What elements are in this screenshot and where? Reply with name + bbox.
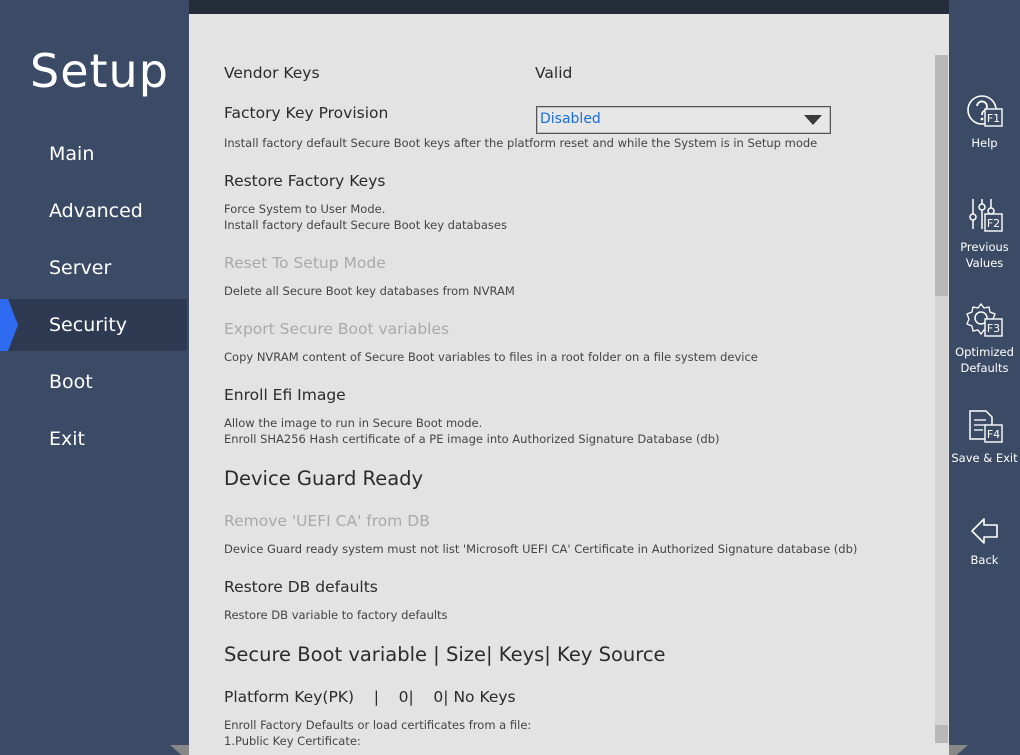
optimized-defaults-button[interactable]: F3 Optimized Defaults (949, 302, 1020, 376)
settings-panel: Vendor Keys Valid Factory Key Provision … (189, 14, 949, 755)
left-sidebar: Setup Main Advanced Server Security Boot… (0, 0, 189, 755)
help-icon: F1 (966, 95, 1003, 127)
scrollbar[interactable] (935, 55, 948, 743)
scrollbar-thumb[interactable] (935, 55, 948, 296)
platform-key-help: Enroll Factory Defaults or load certific… (224, 718, 532, 732)
restore-factory-keys-button[interactable]: Restore Factory Keys (224, 172, 385, 190)
nav-item-boot[interactable]: Boot (0, 356, 187, 408)
nav-item-label: Security (49, 314, 128, 336)
vendor-keys-value: Valid (535, 64, 573, 82)
scrollbar-end (935, 725, 948, 743)
nav-item-label: Main (49, 143, 95, 165)
factory-key-provision-select[interactable]: Disabled (536, 106, 831, 134)
export-secure-boot-help: Copy NVRAM content of Secure Boot variab… (224, 350, 758, 364)
secure-boot-variable-heading: Secure Boot variable | Size| Keys| Key S… (224, 643, 666, 666)
export-secure-boot-button[interactable]: Export Secure Boot variables (224, 320, 449, 338)
nav-item-advanced[interactable]: Advanced (0, 185, 187, 237)
back-button[interactable]: Back (949, 514, 1020, 568)
gear-icon: F3 (965, 302, 1003, 337)
platform-key-help: 1.Public Key Certificate: (224, 734, 361, 748)
vendor-keys-label: Vendor Keys (224, 64, 320, 82)
restore-factory-keys-help: Install factory default Secure Boot key … (224, 218, 507, 232)
nav-item-label: Advanced (49, 200, 143, 222)
app-title: Setup (30, 44, 169, 98)
nav-item-exit[interactable]: Exit (0, 413, 187, 465)
enroll-efi-image-button[interactable]: Enroll Efi Image (224, 386, 346, 404)
help-label: Help (971, 136, 998, 150)
nav-item-label: Exit (49, 428, 85, 450)
svg-text:F1: F1 (986, 112, 999, 125)
factory-key-provision-help: Install factory default Secure Boot keys… (224, 136, 818, 150)
help-button[interactable]: F1 Help (949, 93, 1020, 151)
enroll-efi-image-help: Enroll SHA256 Hash certificate of a PE i… (224, 432, 720, 446)
restore-db-defaults-button[interactable]: Restore DB defaults (224, 578, 378, 596)
remove-uefi-ca-button[interactable]: Remove 'UEFI CA' from DB (224, 512, 430, 530)
previous-values-button[interactable]: F2 Previous Values (949, 197, 1020, 271)
back-label: Back (970, 553, 999, 567)
device-guard-heading: Device Guard Ready (224, 467, 424, 490)
nav-item-server[interactable]: Server (0, 242, 187, 294)
reset-to-setup-mode-help: Delete all Secure Boot key databases fro… (224, 284, 515, 298)
top-bar (189, 0, 949, 14)
previous-values-label: Previous Values (960, 240, 1009, 270)
back-arrow-icon (970, 518, 998, 544)
save-exit-label: Save & Exit (951, 451, 1018, 465)
nav-item-security[interactable]: Security (0, 299, 187, 351)
enroll-efi-image-help: Allow the image to run in Secure Boot mo… (224, 416, 483, 430)
select-value: Disabled (540, 111, 601, 127)
nav-item-main[interactable]: Main (0, 128, 187, 180)
function-key-bar: F1 Help F2 Previous Values F3 Optimized … (949, 0, 1020, 755)
active-marker-icon (0, 299, 18, 351)
remove-uefi-ca-help: Device Guard ready system must not list … (224, 542, 858, 556)
save-exit-button[interactable]: F4 Save & Exit (949, 408, 1020, 466)
restore-db-defaults-help: Restore DB variable to factory defaults (224, 608, 448, 622)
reset-to-setup-mode-button[interactable]: Reset To Setup Mode (224, 254, 386, 272)
nav-item-label: Server (49, 257, 112, 279)
sliders-icon: F2 (968, 199, 1003, 232)
chevron-down-icon[interactable] (804, 115, 822, 125)
svg-text:F4: F4 (986, 428, 999, 441)
nav-item-label: Boot (49, 371, 93, 393)
restore-factory-keys-help: Force System to User Mode. (224, 202, 386, 216)
svg-text:F3: F3 (986, 322, 999, 335)
factory-key-provision-label: Factory Key Provision (224, 104, 389, 122)
optimized-defaults-label: Optimized Defaults (955, 345, 1014, 375)
document-icon: F4 (968, 410, 1003, 443)
platform-key-row[interactable]: Platform Key(PK) | 0| 0| No Keys (224, 688, 516, 706)
svg-text:F2: F2 (986, 217, 999, 230)
